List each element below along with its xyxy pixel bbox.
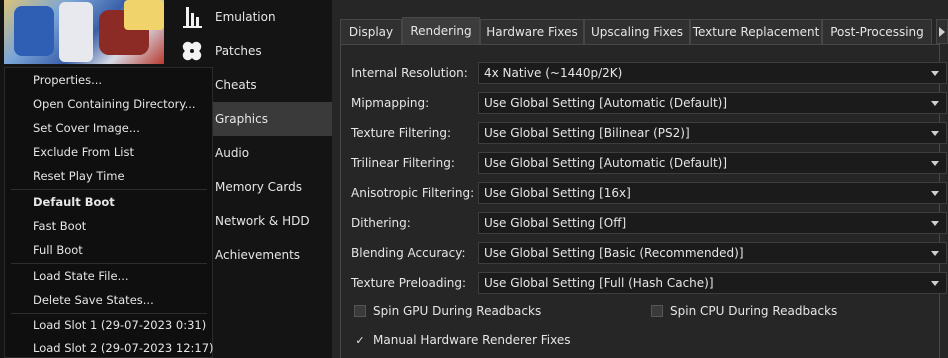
menu-item-delete-save-states[interactable]: Delete Save States... (5, 288, 212, 312)
menu-item-default-boot[interactable]: Default Boot (5, 190, 212, 214)
anisotropic-filtering-select[interactable]: Use Global Setting [16x] (478, 182, 947, 204)
dithering-select[interactable]: Use Global Setting [Off] (478, 212, 947, 234)
menu-item-load-state-file[interactable]: Load State File... (5, 264, 212, 288)
game-cover-image[interactable] (4, 0, 164, 64)
checkbox-unchecked-icon (354, 305, 366, 317)
bandage-icon (182, 41, 202, 61)
setting-anisotropic-filtering: Anisotropic Filtering: Use Global Settin… (351, 182, 947, 204)
dropdown-arrow-icon (931, 281, 939, 286)
setting-texture-filtering: Texture Filtering: Use Global Setting [B… (351, 122, 947, 144)
nav-label: Audio (215, 146, 250, 160)
nav-label: Memory Cards (215, 180, 302, 194)
rendering-tab-content: Internal Resolution: 4x Native (~1440p/2… (340, 44, 947, 358)
menu-item-fast-boot[interactable]: Fast Boot (5, 214, 212, 238)
nav-item-patches[interactable]: Patches (175, 34, 332, 68)
nav-label: Graphics (215, 112, 268, 126)
menu-item-open-directory[interactable]: Open Containing Directory... (5, 92, 212, 116)
blending-accuracy-select[interactable]: Use Global Setting [Basic (Recommended)] (478, 242, 947, 264)
emulation-icon (183, 7, 202, 28)
graphics-settings-panel: Display Rendering Hardware Fixes Upscali… (332, 0, 948, 358)
trilinear-filtering-select[interactable]: Use Global Setting [Automatic (Default)] (478, 152, 947, 174)
dropdown-arrow-icon (931, 221, 939, 226)
nav-label: Cheats (215, 78, 257, 92)
dropdown-arrow-icon (931, 101, 939, 106)
setting-label: Mipmapping: (351, 96, 430, 110)
setting-label: Texture Filtering: (351, 126, 452, 140)
checkmark-icon: ✓ (355, 333, 365, 347)
setting-label: Internal Resolution: (351, 66, 468, 80)
setting-dithering: Dithering: Use Global Setting [Off] (351, 212, 947, 234)
menu-item-exclude[interactable]: Exclude From List (5, 140, 212, 164)
dropdown-arrow-icon (931, 71, 939, 76)
dropdown-arrow-icon (931, 251, 939, 256)
setting-mipmapping: Mipmapping: Use Global Setting [Automati… (351, 92, 947, 114)
tab-post-processing[interactable]: Post-Processing (822, 19, 932, 44)
tab-display[interactable]: Display (340, 19, 402, 44)
spin-gpu-checkbox[interactable]: Spin GPU During Readbacks (354, 302, 541, 320)
tab-hardware-fixes[interactable]: Hardware Fixes (480, 19, 584, 44)
tab-scroll-right-button[interactable] (936, 19, 948, 44)
dropdown-arrow-icon (931, 161, 939, 166)
dropdown-arrow-icon (931, 191, 939, 196)
manual-hw-fixes-checkbox[interactable]: ✓ Manual Hardware Renderer Fixes (354, 331, 570, 349)
nav-label: Emulation (215, 10, 276, 24)
mipmapping-select[interactable]: Use Global Setting [Automatic (Default)] (478, 92, 947, 114)
nav-label: Patches (215, 44, 262, 58)
setting-trilinear-filtering: Trilinear Filtering: Use Global Setting … (351, 152, 947, 174)
setting-blending-accuracy: Blending Accuracy: Use Global Setting [B… (351, 242, 947, 264)
menu-item-reset-play-time[interactable]: Reset Play Time (5, 164, 212, 188)
checkbox-unchecked-icon (651, 305, 663, 317)
texture-filtering-select[interactable]: Use Global Setting [Bilinear (PS2)] (478, 122, 947, 144)
setting-texture-preloading: Texture Preloading: Use Global Setting [… (351, 272, 947, 294)
spin-cpu-checkbox[interactable]: Spin CPU During Readbacks (651, 302, 837, 320)
setting-label: Texture Preloading: (351, 276, 467, 290)
internal-resolution-select[interactable]: 4x Native (~1440p/2K) (478, 62, 947, 84)
texture-preloading-select[interactable]: Use Global Setting [Full (Hash Cache)] (478, 272, 947, 294)
menu-item-set-cover[interactable]: Set Cover Image... (5, 116, 212, 140)
setting-label: Dithering: (351, 216, 411, 230)
menu-item-full-boot[interactable]: Full Boot (5, 238, 212, 262)
menu-item-load-slot-1[interactable]: Load Slot 1 (29-07-2023 0:31) (5, 313, 212, 337)
tab-texture-replacement[interactable]: Texture Replacement (690, 19, 822, 44)
graphics-tab-bar: Display Rendering Hardware Fixes Upscali… (340, 17, 932, 44)
menu-item-load-slot-2[interactable]: Load Slot 2 (29-07-2023 12:17) (5, 336, 214, 358)
menu-item-properties[interactable]: Properties... (5, 68, 212, 92)
setting-label: Trilinear Filtering: (351, 156, 455, 170)
nav-label: Achievements (215, 248, 301, 262)
setting-internal-resolution: Internal Resolution: 4x Native (~1440p/2… (351, 62, 947, 84)
nav-item-emulation[interactable]: Emulation (175, 0, 332, 34)
dropdown-arrow-icon (931, 131, 939, 136)
game-context-menu: Properties... Open Containing Directory.… (4, 67, 214, 358)
tab-upscaling-fixes[interactable]: Upscaling Fixes (584, 19, 690, 44)
tab-rendering[interactable]: Rendering (402, 17, 480, 44)
chevron-right-icon (939, 26, 945, 37)
nav-label: Network & HDD (215, 214, 310, 228)
setting-label: Blending Accuracy: (351, 246, 466, 260)
setting-label: Anisotropic Filtering: (351, 186, 475, 200)
